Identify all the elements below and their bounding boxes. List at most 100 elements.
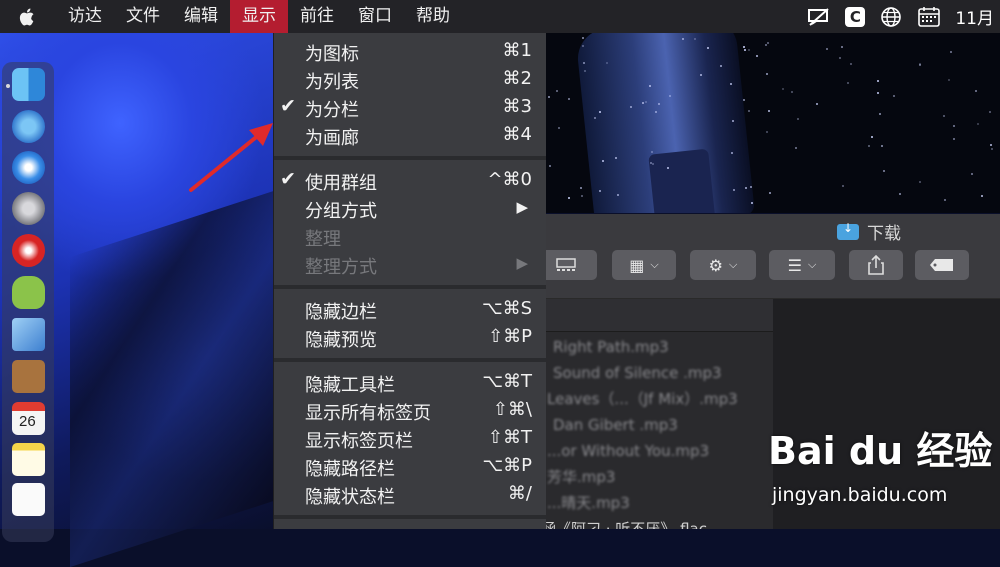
list-item[interactable]: Right Path.mp3 [553, 334, 669, 360]
menu-item-hide-preview[interactable]: 隐藏预览 ⇧⌘P [274, 324, 546, 351]
launchpad-icon[interactable] [12, 192, 45, 225]
grid-icon: ▦ [629, 255, 645, 275]
star [654, 110, 657, 113]
globe-icon[interactable] [879, 6, 903, 28]
tags-button[interactable] [915, 250, 969, 280]
list-item[interactable]: 涵《阿刁 · 听不厌》.flac [545, 516, 707, 529]
star [849, 62, 852, 65]
star [974, 89, 977, 92]
contacts-icon[interactable] [12, 360, 45, 393]
mail-icon[interactable] [12, 318, 45, 351]
reminders-icon[interactable] [12, 483, 45, 516]
star [767, 42, 770, 45]
star [766, 73, 769, 76]
star [555, 89, 558, 92]
menu-item-label: 为分栏 [305, 100, 359, 121]
menu-item-use-groups[interactable]: ✔ 使用群组 ^⌘0 [274, 167, 546, 194]
list-item[interactable]: Leaves（...（Jf Mix）.mp3 [547, 386, 738, 412]
safari-icon[interactable] [12, 151, 45, 184]
menu-item-hide-status-bar[interactable]: 隐藏状态栏 ⌘/ [274, 481, 546, 508]
menu-item-shortcut: ⌘/ [507, 483, 532, 504]
finder-icon[interactable] [12, 68, 45, 101]
calendar-app-icon[interactable]: 26 [12, 402, 45, 435]
star [988, 110, 991, 113]
star [681, 38, 684, 41]
share-button[interactable] [849, 250, 903, 280]
menu-item-as-icons[interactable]: 为图标 ⌘1 [274, 38, 546, 65]
downloads-folder-icon [837, 221, 859, 240]
menu-window[interactable]: 窗口 [346, 0, 404, 33]
app-store-icon[interactable] [12, 110, 45, 143]
c-app-icon[interactable]: C [845, 6, 866, 27]
calendar-icon[interactable] [917, 6, 941, 28]
star [768, 109, 771, 112]
menu-item-as-columns[interactable]: ✔ 为分栏 ⌘3 [274, 94, 546, 121]
finder-toolbar: ▦ ⌵ ⚙ ⌵ ☰ ⌵ [535, 246, 1000, 299]
star [840, 46, 843, 49]
finder-titlebar: 下载 [545, 214, 1000, 246]
baidu-watermark: Bai du 经验 jingyan.baidu.com [768, 420, 998, 515]
star [881, 145, 884, 148]
menu-item-label: 分组方式 [305, 201, 377, 222]
music-app-icon[interactable] [12, 234, 45, 267]
star [847, 82, 850, 85]
star [950, 51, 953, 54]
list-item[interactable]: 芳华.mp3 [547, 464, 615, 490]
menu-item-clean-up: 整理 [274, 223, 546, 250]
menu-item-hide-sidebar[interactable]: 隐藏边栏 ⌥⌘S [274, 296, 546, 323]
android-icon[interactable] [12, 276, 45, 309]
menubar-clock[interactable]: 11月 [955, 4, 994, 29]
star [842, 185, 845, 188]
menu-item-group-by[interactable]: 分组方式 ▶ [274, 195, 546, 222]
menu-item-shortcut: ^⌘0 [487, 169, 532, 190]
menu-help[interactable]: 帮助 [404, 0, 462, 33]
list-item[interactable]: Dan Gibert .mp3 [553, 412, 678, 438]
menu-item-label: 隐藏路径栏 [305, 459, 395, 480]
action-button[interactable]: ⚙ ⌵ [690, 250, 756, 280]
star [747, 48, 750, 51]
notes-icon[interactable] [12, 443, 45, 476]
star [548, 165, 551, 168]
star [990, 144, 993, 147]
menu-item-show-tab-bar[interactable]: 显示标签页栏 ⇧⌘T [274, 425, 546, 452]
arrange-button[interactable]: ☰ ⌵ [769, 250, 835, 280]
list-item[interactable]: Sound of Silence .mp3 [553, 360, 722, 386]
share-icon [868, 255, 884, 275]
notification-off-icon[interactable] [807, 6, 831, 28]
menu-item-label: 为画廊 [305, 128, 359, 149]
star [641, 101, 644, 104]
star [838, 56, 841, 59]
menu-bar: 访达 文件 编辑 显示 前往 窗口 帮助 C 11月 [0, 0, 1000, 33]
menu-finder[interactable]: 访达 [56, 0, 114, 33]
view-menu: 为图标 ⌘1 为列表 ⌘2 ✔ 为分栏 ⌘3 为画廊 ⌘4 ✔ 使用群组 ^⌘0… [273, 33, 546, 529]
menu-item-as-list[interactable]: 为列表 ⌘2 [274, 66, 546, 93]
menu-item-hide-toolbar[interactable]: 隐藏工具栏 ⌥⌘T [274, 369, 546, 396]
menu-go[interactable]: 前往 [288, 0, 346, 33]
menu-item-show-all-tabs[interactable]: 显示所有标签页 ⇧⌘\ [274, 397, 546, 424]
star [765, 131, 768, 134]
menu-item-shortcut: ⌥⌘S [481, 298, 532, 319]
menu-item-label: 为列表 [305, 72, 359, 93]
menu-file[interactable]: 文件 [114, 0, 172, 33]
file-list: Right Path.mp3 Sound of Silence .mp3 Lea… [545, 332, 773, 529]
menu-separator [274, 358, 546, 362]
column-header [545, 299, 774, 332]
menu-item-shortcut: ⌥⌘T [482, 371, 532, 392]
star [706, 46, 709, 49]
menu-item-hide-path-bar[interactable]: 隐藏路径栏 ⌥⌘P [274, 453, 546, 480]
star [548, 95, 551, 98]
menu-view[interactable]: 显示 [230, 0, 288, 33]
menu-item-as-gallery[interactable]: 为画廊 ⌘4 [274, 122, 546, 149]
menu-item-label: 为图标 [305, 44, 359, 65]
gear-icon: ⚙ [708, 255, 723, 275]
star [583, 61, 586, 64]
apple-menu-icon[interactable] [0, 7, 56, 27]
star [980, 195, 983, 198]
star [990, 148, 993, 151]
submenu-arrow-icon: ▶ [516, 198, 528, 216]
list-item[interactable]: ...晴天.mp3 [547, 490, 630, 516]
star [730, 152, 733, 155]
list-item[interactable]: ...or Without You.mp3 [547, 438, 709, 464]
menu-edit[interactable]: 编辑 [172, 0, 230, 33]
group-view-button[interactable]: ▦ ⌵ [612, 250, 676, 280]
